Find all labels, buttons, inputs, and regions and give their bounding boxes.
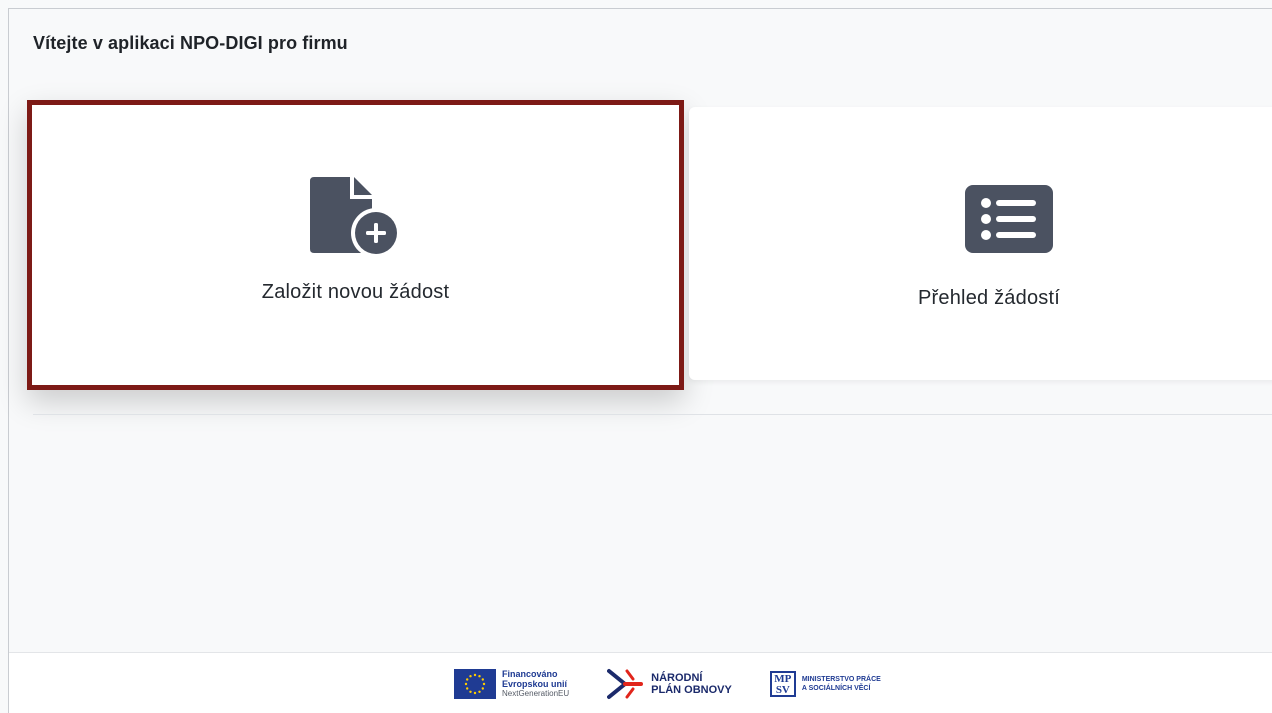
app-frame: Vítejte v aplikaci NPO-DIGI pro firmu Za… bbox=[8, 8, 1272, 713]
applications-overview-card[interactable]: Přehled žádostí bbox=[689, 107, 1272, 380]
mpsv-logo: MP SV MINISTERSTVO PRÁCE A SOCIÁLNÍCH VĚ… bbox=[769, 671, 881, 697]
create-application-card[interactable]: Založit novou žádost bbox=[27, 100, 684, 390]
eu-funding-text: Financováno Evropskou unií NextGeneratio… bbox=[502, 669, 569, 699]
content-divider bbox=[33, 414, 1272, 415]
file-plus-icon bbox=[310, 177, 402, 262]
npo-text: NÁRODNÍ PLÁN OBNOVY bbox=[651, 672, 732, 696]
npo-logo: NÁRODNÍ PLÁN OBNOVY bbox=[607, 667, 732, 701]
npo-line2: PLÁN OBNOVY bbox=[651, 684, 732, 696]
npo-logo-icon bbox=[607, 669, 644, 699]
mpsv-abbr2: SV bbox=[775, 684, 790, 696]
footer-logos: Financováno Evropskou unií NextGeneratio… bbox=[454, 667, 881, 701]
eu-flag-icon bbox=[454, 669, 496, 699]
page-title: Vítejte v aplikaci NPO-DIGI pro firmu bbox=[33, 33, 348, 53]
mpsv-text: MINISTERSTVO PRÁCE A SOCIÁLNÍCH VĚCÍ bbox=[802, 675, 881, 693]
create-application-label: Založit novou žádost bbox=[261, 281, 450, 303]
mpsv-line1: MINISTERSTVO PRÁCE bbox=[801, 676, 881, 683]
footer: Financováno Evropskou unií NextGeneratio… bbox=[9, 652, 1272, 713]
eu-line2: Evropskou unií bbox=[502, 679, 568, 689]
mpsv-emblem-icon: MP SV bbox=[769, 671, 796, 697]
mpsv-line2: A SOCIÁLNÍCH VĚCÍ bbox=[801, 685, 871, 692]
eu-line1: Financováno bbox=[502, 669, 558, 679]
list-icon bbox=[965, 185, 1053, 258]
npo-line1: NÁRODNÍ bbox=[651, 672, 703, 684]
applications-overview-label: Přehled žádostí bbox=[918, 287, 1060, 309]
eu-line3: NextGenerationEU bbox=[502, 689, 570, 698]
